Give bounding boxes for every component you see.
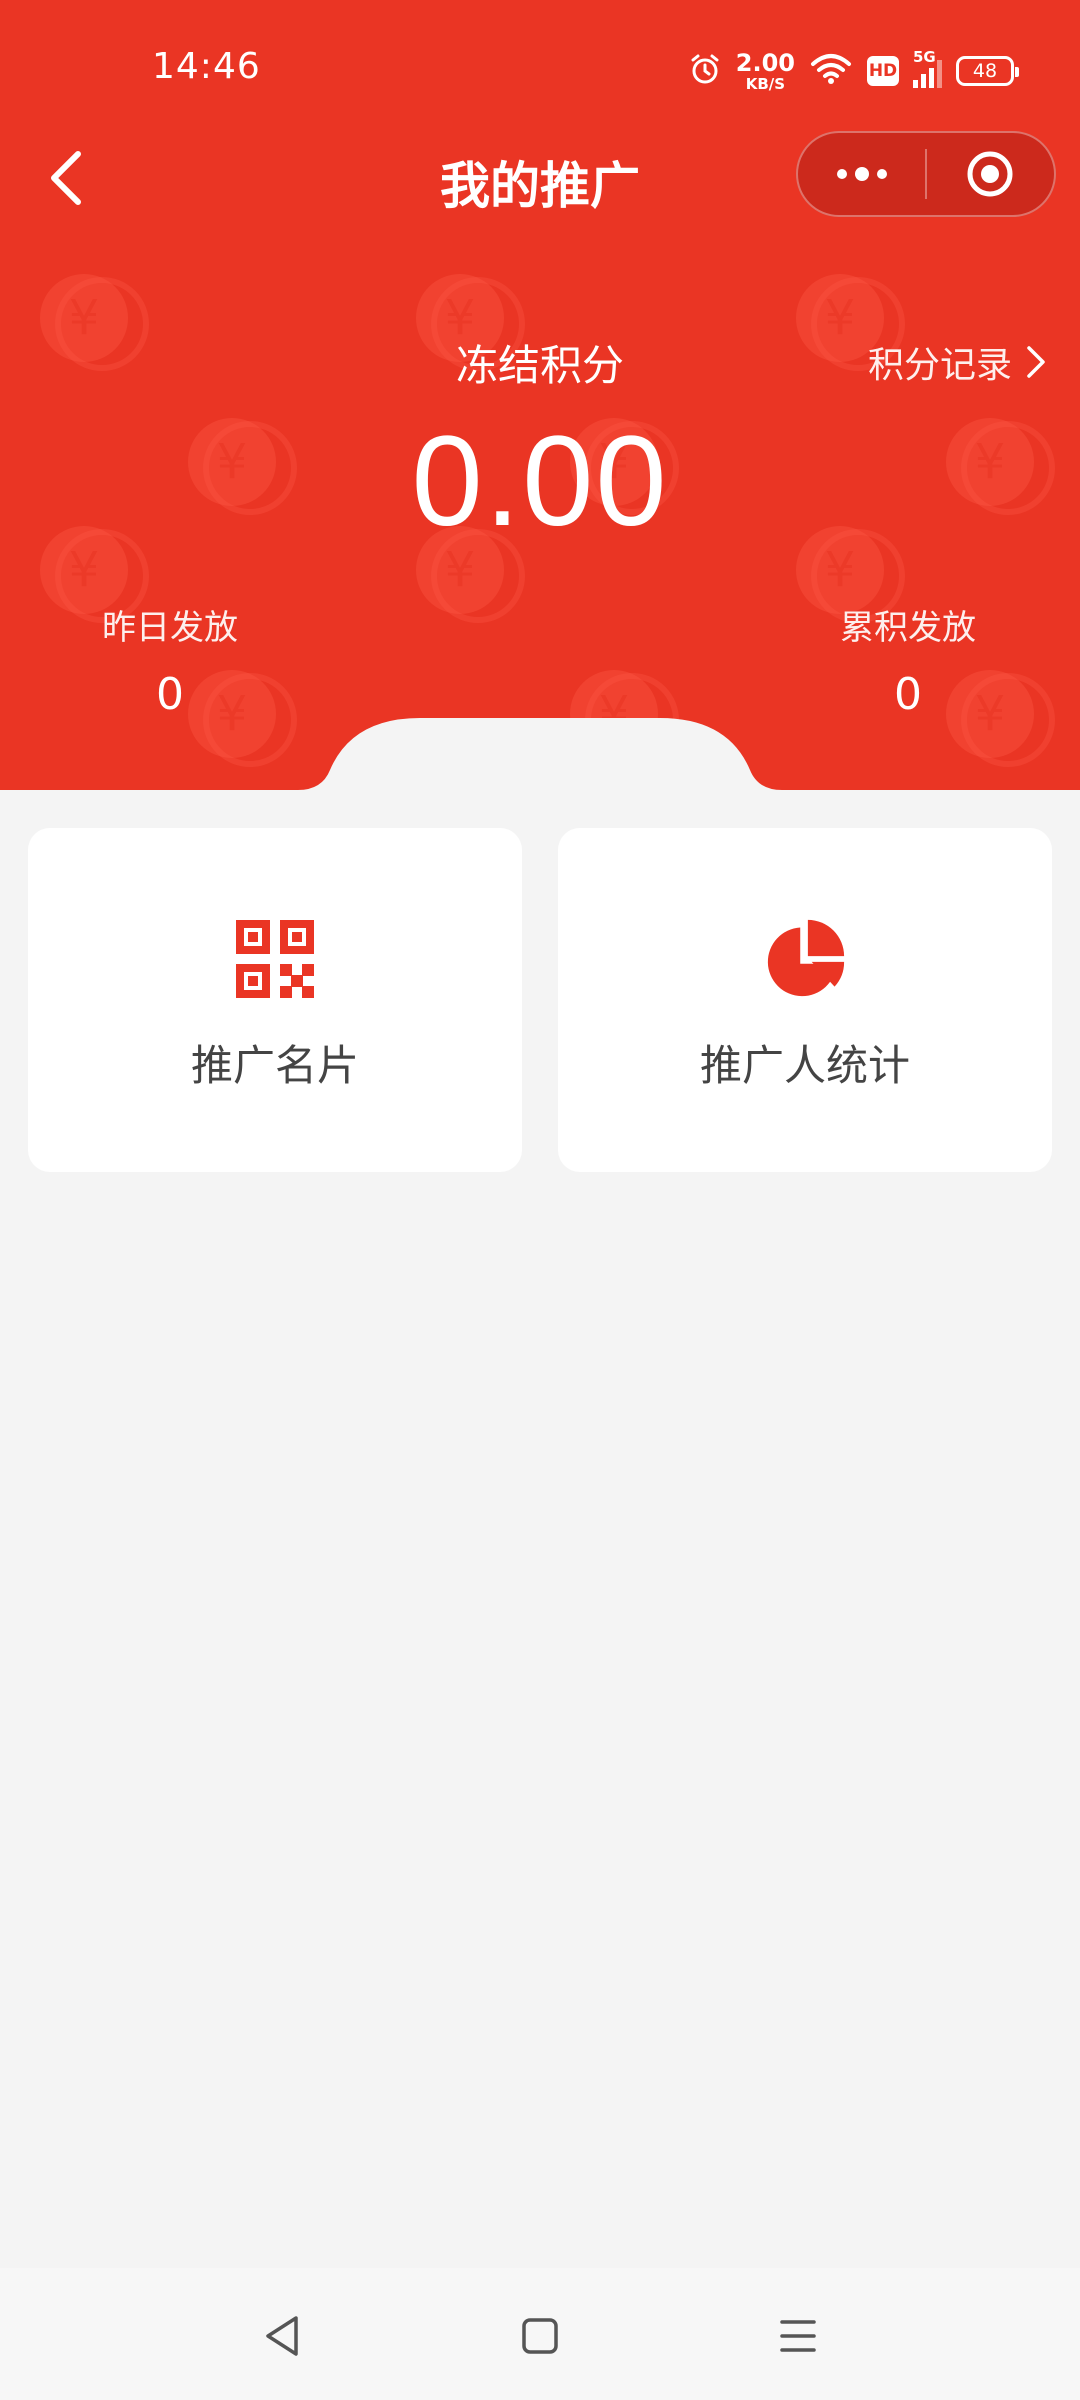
square-home-icon <box>522 2318 558 2354</box>
referral-stats-button[interactable]: 推广人统计 <box>558 828 1052 1172</box>
alarm-icon <box>688 52 722 90</box>
net-speed-unit: KB/S <box>745 74 786 93</box>
hd-badge: HD <box>867 56 899 86</box>
referral-stats-label: 推广人统计 <box>699 1041 910 1090</box>
hero-banner: ¥ 14:46 2.00 KB/S HD <box>0 0 1080 790</box>
triangle-back-icon <box>266 2316 298 2356</box>
points-record-link[interactable]: 积分记录 <box>868 336 1046 388</box>
system-back-button[interactable] <box>252 2306 312 2366</box>
menu-lines-icon <box>780 2320 816 2352</box>
signal-icon: 5G <box>913 48 942 88</box>
close-mini-program-button[interactable] <box>927 131 1054 217</box>
system-nav-bar <box>0 2268 1080 2400</box>
system-menu-button[interactable] <box>768 2306 828 2366</box>
wifi-icon <box>809 52 853 90</box>
frozen-points-value: 0.00 <box>411 410 669 553</box>
promo-card-label: 推广名片 <box>190 1041 359 1090</box>
status-time: 14:46 <box>152 46 261 87</box>
promo-card-button[interactable]: 推广名片 <box>28 828 522 1172</box>
total-issued-label: 累积发放 <box>840 608 976 648</box>
yesterday-issued-label: 昨日发放 <box>102 608 238 648</box>
more-dots-icon <box>836 167 887 181</box>
chevron-right-icon <box>1027 346 1045 378</box>
network-type: 5G <box>913 48 936 66</box>
battery-indicator: 48 <box>956 56 1019 86</box>
status-bar: 14:46 2.00 KB/S HD 5G 48 <box>0 0 1080 130</box>
qr-code-icon <box>236 920 314 998</box>
target-circle-icon <box>967 151 1013 197</box>
system-home-button[interactable] <box>510 2306 570 2366</box>
mini-program-capsule <box>796 131 1056 217</box>
header-notch <box>0 718 1080 790</box>
net-speed: 2.00 KB/S <box>736 51 795 92</box>
more-button[interactable] <box>798 131 925 217</box>
points-record-label: 积分记录 <box>867 345 1012 386</box>
status-icons: 2.00 KB/S HD 5G 48 <box>688 48 1019 94</box>
pie-chart-icon <box>767 919 845 997</box>
net-speed-value: 2.00 <box>735 48 795 77</box>
